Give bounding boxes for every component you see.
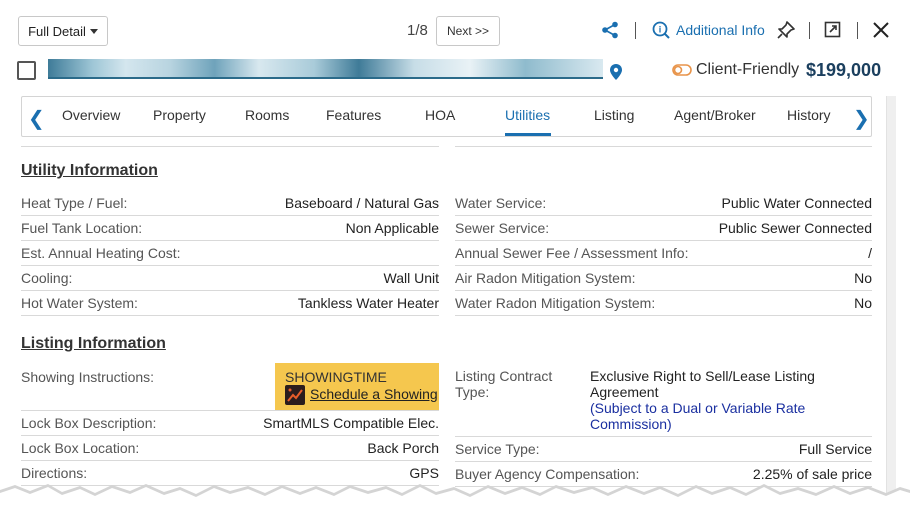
field-label: Heat Type / Fuel: bbox=[21, 195, 128, 211]
table-row: Est. Annual Heating Cost: bbox=[21, 241, 439, 266]
field-label: Est. Annual Heating Cost: bbox=[21, 245, 181, 261]
header-divider bbox=[635, 22, 636, 39]
torn-edge-decoration bbox=[0, 484, 910, 512]
table-row: Water Radon Mitigation System: No bbox=[455, 291, 872, 316]
schedule-showing-link[interactable]: Schedule a Showing bbox=[310, 386, 438, 402]
field-label: Cooling: bbox=[21, 270, 73, 286]
field-label: Air Radon Mitigation System: bbox=[455, 270, 636, 286]
section-tabs: ❮ Overview Property Rooms Features HOA U… bbox=[21, 96, 872, 137]
additional-info-button[interactable]: i Additional Info bbox=[652, 21, 765, 39]
field-label: Sewer Service: bbox=[455, 220, 550, 236]
view-select-dropdown[interactable]: Full Detail bbox=[18, 16, 108, 46]
showingtime-widget: SHOWINGTIME Schedule a Showing bbox=[275, 363, 439, 410]
field-value: Back Porch bbox=[367, 440, 439, 456]
divider bbox=[21, 146, 439, 147]
caret-down-icon bbox=[89, 28, 98, 34]
svg-text:i: i bbox=[659, 25, 662, 35]
field-label: Annual Sewer Fee / Assessment Info: bbox=[455, 245, 689, 261]
showingtime-logo-icon bbox=[285, 385, 305, 405]
info-search-icon: i bbox=[652, 21, 670, 39]
tab-agent-broker[interactable]: Agent/Broker bbox=[674, 107, 756, 123]
divider bbox=[455, 146, 872, 147]
contract-type-text: Exclusive Right to Sell/Lease Listing Ag… bbox=[590, 368, 815, 400]
header-divider bbox=[809, 22, 810, 39]
table-row: Cooling: Wall Unit bbox=[21, 266, 439, 291]
table-row: Lock Box Location: Back Porch bbox=[21, 436, 439, 461]
showingtime-title: SHOWINGTIME bbox=[285, 369, 387, 385]
tab-overview[interactable]: Overview bbox=[62, 107, 120, 123]
next-button[interactable]: Next >> bbox=[436, 16, 500, 46]
field-value: / bbox=[868, 245, 872, 261]
table-row: Air Radon Mitigation System: No bbox=[455, 266, 872, 291]
listing-contract-label: Listing Contract Type: bbox=[455, 368, 553, 400]
utility-section-title: Utility Information bbox=[21, 162, 158, 179]
field-label: Lock Box Location: bbox=[21, 440, 140, 456]
map-marker-icon[interactable] bbox=[609, 63, 623, 81]
table-row: Sewer Service: Public Sewer Connected bbox=[455, 216, 872, 241]
scrollbar[interactable] bbox=[886, 96, 896, 496]
header-divider bbox=[857, 22, 858, 39]
field-value: SmartMLS Compatible Elec. bbox=[263, 415, 439, 431]
share-icon[interactable] bbox=[601, 21, 619, 39]
redacted-address bbox=[48, 59, 603, 79]
field-label: Hot Water System: bbox=[21, 295, 138, 311]
field-value: Non Applicable bbox=[345, 220, 439, 236]
active-tab-indicator bbox=[505, 133, 551, 136]
field-value: Baseboard / Natural Gas bbox=[284, 195, 439, 211]
field-label: Service Type: bbox=[455, 441, 540, 457]
tab-features[interactable]: Features bbox=[326, 107, 381, 123]
field-value: Full Service bbox=[798, 441, 872, 457]
address-underline bbox=[48, 77, 603, 79]
table-row: Lock Box Description: SmartMLS Compatibl… bbox=[21, 411, 439, 436]
tab-history[interactable]: History bbox=[787, 107, 831, 123]
table-row: Hot Water System: Tankless Water Heater bbox=[21, 291, 439, 316]
field-label: Showing Instructions: bbox=[21, 369, 155, 385]
tab-rooms[interactable]: Rooms bbox=[245, 107, 289, 123]
table-row: Service Type: Full Service bbox=[455, 437, 872, 462]
pager-indicator: 1/8 bbox=[407, 22, 428, 39]
field-value: No bbox=[854, 270, 872, 286]
field-value: Tankless Water Heater bbox=[297, 295, 439, 311]
tabs-left-arrow-icon[interactable]: ❮ bbox=[28, 106, 45, 131]
tab-hoa[interactable]: HOA bbox=[425, 107, 455, 123]
field-label: Lock Box Description: bbox=[21, 415, 157, 431]
view-select-label: Full Detail bbox=[28, 23, 86, 39]
field-value: Public Sewer Connected bbox=[718, 220, 872, 236]
listing-price: $199,000 bbox=[806, 60, 882, 80]
tabs-right-arrow-icon[interactable]: ❯ bbox=[853, 106, 870, 131]
open-external-icon[interactable] bbox=[824, 21, 841, 38]
divider bbox=[455, 411, 872, 437]
client-friendly-toggle-icon[interactable] bbox=[672, 64, 692, 76]
field-value: No bbox=[854, 295, 872, 311]
table-row: Heat Type / Fuel: Baseboard / Natural Ga… bbox=[21, 191, 439, 216]
pin-icon[interactable] bbox=[777, 21, 795, 39]
field-label: Fuel Tank Location: bbox=[21, 220, 143, 236]
tab-property[interactable]: Property bbox=[153, 107, 206, 123]
listing-detail-panel: Full Detail 1/8 Next >> i Additional Inf… bbox=[0, 0, 910, 512]
listing-section-title: Listing Information bbox=[21, 335, 166, 352]
tab-utilities[interactable]: Utilities bbox=[505, 107, 550, 123]
table-row: Water Service: Public Water Connected bbox=[455, 191, 872, 216]
field-label: Water Service: bbox=[455, 195, 547, 211]
select-listing-checkbox[interactable] bbox=[17, 61, 36, 80]
table-row: Annual Sewer Fee / Assessment Info: / bbox=[455, 241, 872, 266]
field-label: Water Radon Mitigation System: bbox=[455, 295, 656, 311]
additional-info-label: Additional Info bbox=[676, 22, 765, 38]
tab-listing[interactable]: Listing bbox=[594, 107, 634, 123]
table-row: Fuel Tank Location: Non Applicable bbox=[21, 216, 439, 241]
field-value: Wall Unit bbox=[383, 270, 440, 286]
close-icon[interactable] bbox=[872, 21, 890, 39]
field-value: Public Water Connected bbox=[721, 195, 872, 211]
client-friendly-label[interactable]: Client-Friendly bbox=[696, 61, 799, 79]
